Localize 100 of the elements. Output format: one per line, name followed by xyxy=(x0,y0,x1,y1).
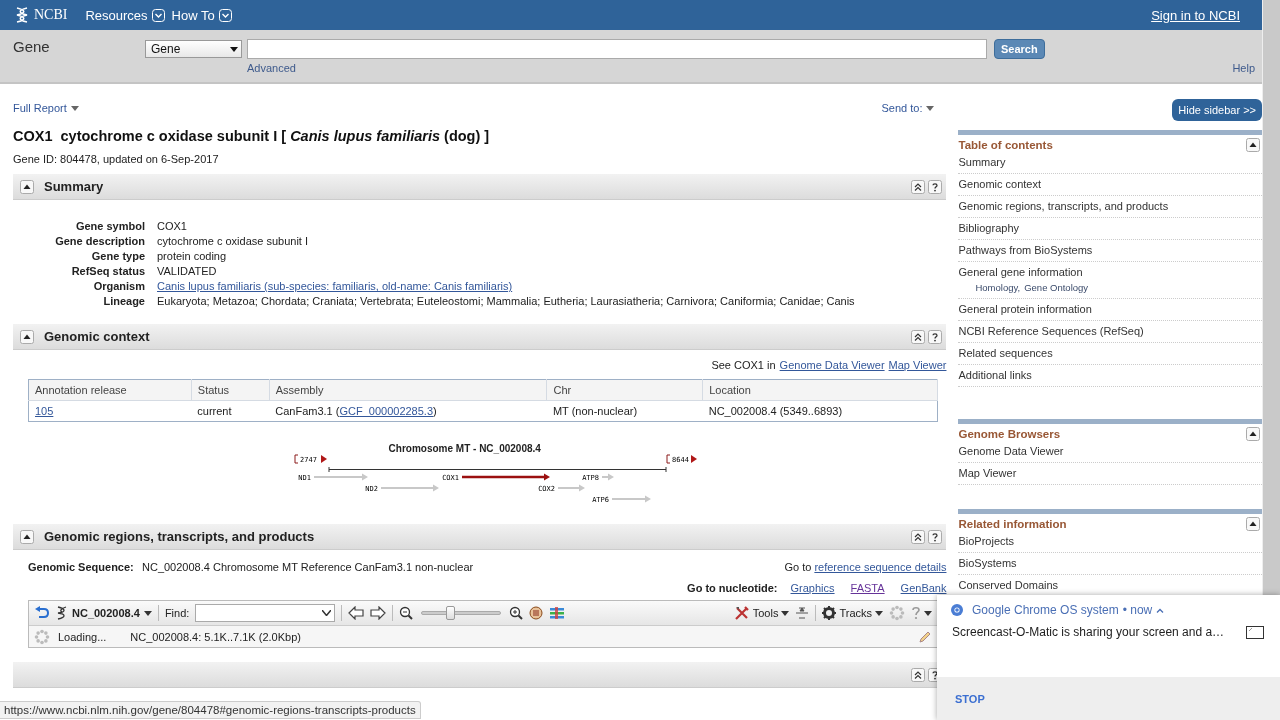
toggle-icon[interactable] xyxy=(1246,517,1260,531)
field-value: protein coding xyxy=(157,250,228,262)
release-link[interactable]: 105 xyxy=(35,405,54,417)
gear-icon xyxy=(822,606,837,620)
search-button[interactable]: Search xyxy=(994,39,1045,59)
nucleotide-link[interactable]: GenBank xyxy=(900,582,947,594)
collapse-all-icon[interactable] xyxy=(911,329,926,344)
expand-icon[interactable] xyxy=(1156,607,1165,613)
sidebar-link[interactable]: General protein information xyxy=(958,303,1262,315)
track-config-icon[interactable] xyxy=(549,607,566,619)
toggle-icon[interactable] xyxy=(20,529,34,544)
menu-link[interactable]: How To xyxy=(171,7,215,23)
sidebar-link[interactable]: Conserved Domains xyxy=(958,579,1262,591)
table-cell: MT (non-nuclear) xyxy=(552,405,638,417)
left-arrow-icon[interactable] xyxy=(348,606,365,620)
range-text: NC_002008.4: 5.1K..7.1K (2.0Kbp) xyxy=(130,630,301,643)
nucleotide-link[interactable]: FASTA xyxy=(850,582,885,594)
sub-link[interactable]: Gene Ontology xyxy=(1024,282,1089,293)
sidebar-link[interactable]: Pathways from BioSystems xyxy=(958,244,1262,256)
sidebar-link[interactable]: BioSystems xyxy=(958,557,1262,569)
tools-menu[interactable]: Tools xyxy=(733,605,790,621)
find-field[interactable] xyxy=(195,604,336,622)
caret-icon xyxy=(924,610,932,616)
spinner-icon xyxy=(889,605,905,621)
send-to-menu[interactable]: Send to: xyxy=(881,98,935,118)
zoom-out-icon[interactable] xyxy=(399,606,414,620)
chrome-icon xyxy=(951,604,963,616)
sidebar-link[interactable]: Genome Data Viewer xyxy=(958,445,1262,457)
field-label: Gene type xyxy=(90,250,145,262)
logo-text: NCBI xyxy=(34,7,68,23)
viewer-link[interactable]: Genome Data Viewer xyxy=(779,359,885,371)
collapse-all-icon[interactable] xyxy=(911,179,926,194)
right-arrow-icon[interactable] xyxy=(370,606,387,620)
menu-link[interactable]: Resources xyxy=(85,7,148,23)
format-menu[interactable]: Full Report xyxy=(13,98,79,118)
panel-title: Related information xyxy=(958,518,1067,530)
collapse-all-icon[interactable] xyxy=(911,667,926,682)
help-icon[interactable] xyxy=(928,529,943,544)
sidebar-link[interactable]: Map Viewer xyxy=(958,467,1262,479)
organism-link[interactable]: Canis lupus familiaris (sub-species: familiaris, old-name: Canis familiaris) xyxy=(157,280,947,292)
advanced-link[interactable]: Advanced xyxy=(247,62,989,74)
search-field[interactable] xyxy=(247,39,987,59)
sequence-dropdown[interactable]: NC_002008.4 xyxy=(56,606,152,620)
sidebar-link[interactable]: Genomic regions, transcripts, and products xyxy=(958,200,1262,212)
toggle-icon[interactable] xyxy=(20,179,34,194)
tracks-menu[interactable]: Tracks xyxy=(822,606,883,620)
dropdown-icon[interactable] xyxy=(322,610,332,616)
sidebar-link[interactable]: Genomic context xyxy=(958,178,1262,190)
sidebar-link[interactable]: Summary xyxy=(958,156,1262,168)
viewer-link[interactable]: Map Viewer xyxy=(888,359,947,371)
column-header: Status xyxy=(191,379,270,401)
stop-button[interactable]: STOP xyxy=(955,692,985,705)
column-header: Chr xyxy=(546,379,703,401)
zoom-in-icon[interactable] xyxy=(509,606,524,620)
marker-icon xyxy=(321,455,327,463)
sidebar-link[interactable]: Bibliography xyxy=(958,222,1262,234)
sequence-badge-icon[interactable] xyxy=(529,606,544,620)
field-label: Gene symbol xyxy=(74,220,145,232)
sidebar-link[interactable]: Related sequences xyxy=(958,347,1262,359)
sidebar-link[interactable]: Additional links xyxy=(958,369,1262,381)
collapse-all-icon[interactable] xyxy=(911,529,926,544)
database-select[interactable]: Gene xyxy=(145,40,242,58)
notification-message: Screencast-O-Matic is sharing your screen and a… xyxy=(952,625,1225,639)
sidebar-link[interactable]: General gene information xyxy=(958,266,1262,278)
reference-text: Go to reference sequence details xyxy=(784,561,947,573)
back-icon[interactable] xyxy=(34,606,50,620)
toggle-icon[interactable] xyxy=(1246,427,1260,441)
help-menu[interactable] xyxy=(911,606,932,620)
section-title: Genomic regions, transcripts, and products xyxy=(44,529,315,544)
help-icon[interactable] xyxy=(928,179,943,194)
find-label: Find: xyxy=(164,607,190,619)
field-value: VALIDATED xyxy=(157,265,218,277)
gene-symbol: COX1 xyxy=(13,128,53,144)
table-cell: NC_002008.4 (5349..6893) xyxy=(708,405,843,417)
fit-icon[interactable] xyxy=(795,606,810,620)
section-title: Genomic context xyxy=(44,329,150,344)
nucleotide-label: Go to nucleotide: xyxy=(687,582,778,594)
help-icon xyxy=(911,606,921,620)
pencil-icon[interactable] xyxy=(918,629,932,644)
help-link[interactable]: Help xyxy=(1232,62,1255,74)
sign-in-link[interactable]: Sign in to NCBI xyxy=(1151,7,1240,23)
slider-thumb[interactable] xyxy=(446,606,456,620)
caret-icon xyxy=(926,105,935,111)
field-label: Organism xyxy=(92,280,145,292)
sub-link[interactable]: Homology, xyxy=(975,282,1021,293)
field-label: RefSeq status xyxy=(70,265,145,277)
field-value: COX1 xyxy=(157,220,188,232)
sidebar-link[interactable]: BioProjects xyxy=(958,535,1262,547)
hide-sidebar-button[interactable]: Hide sidebar >> xyxy=(1172,99,1262,121)
reference-link[interactable]: reference sequence details xyxy=(814,561,947,573)
viewer-links-text: See COX1 in Genome Data Viewer Map Viewer xyxy=(710,358,947,373)
nucleotide-link[interactable]: Graphics xyxy=(790,582,835,594)
toggle-icon[interactable] xyxy=(1246,138,1260,152)
gene-name: cytochrome c oxidase subunit I [ Canis lupus familiaris (dog) ] xyxy=(60,128,490,144)
field-value: cytochrome c oxidase subunit I xyxy=(157,235,310,247)
help-icon[interactable] xyxy=(928,329,943,344)
field-label: Lineage xyxy=(102,295,145,307)
sidebar-link[interactable]: NCBI Reference Sequences (RefSeq) xyxy=(958,325,1262,337)
toggle-icon[interactable] xyxy=(20,329,34,344)
window-icon xyxy=(1246,625,1264,639)
